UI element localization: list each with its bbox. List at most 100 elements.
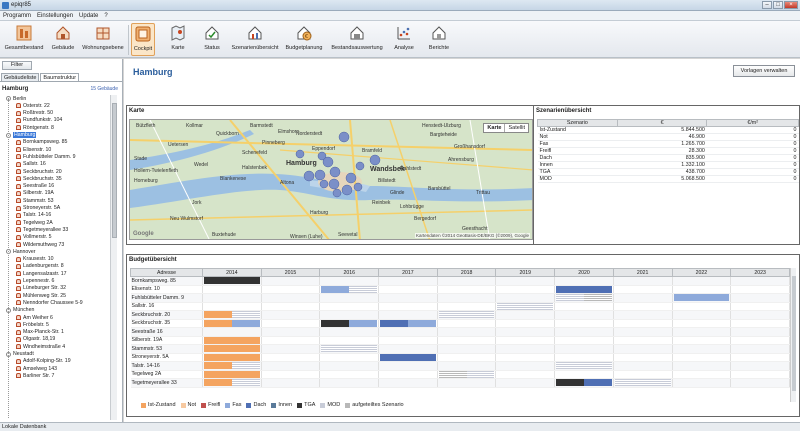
budget-cell[interactable] — [202, 276, 262, 286]
tree-item[interactable]: Amselweg 143 — [16, 365, 57, 372]
budget-cell[interactable] — [613, 327, 673, 337]
tree-item[interactable]: Seckbruchstr. 20 — [16, 168, 62, 175]
budget-cell[interactable] — [319, 293, 380, 303]
tree-item[interactable]: Elisenstr. 10 — [16, 146, 51, 153]
budget-cell[interactable] — [495, 302, 556, 311]
budget-cell[interactable] — [730, 310, 790, 320]
budget-cell[interactable] — [672, 336, 732, 345]
tree-item[interactable]: Ladenburgerstr. 8 — [16, 263, 64, 270]
budget-cell[interactable] — [261, 336, 321, 345]
budget-cell[interactable] — [613, 276, 673, 286]
budget-cell[interactable] — [378, 361, 438, 371]
budget-cell[interactable] — [554, 327, 614, 337]
budget-cell[interactable] — [672, 378, 732, 388]
budget-cell[interactable] — [495, 336, 556, 345]
budget-cell[interactable] — [554, 336, 614, 345]
col-year[interactable]: 2022 — [671, 268, 732, 277]
budget-cell[interactable] — [378, 293, 438, 303]
col-szenario[interactable]: Szenario — [537, 119, 618, 127]
budget-cell[interactable] — [437, 319, 497, 328]
budget-cell[interactable] — [730, 285, 790, 294]
col-year[interactable]: 2016 — [319, 268, 380, 277]
budget-cell[interactable] — [261, 361, 321, 371]
budget-cell[interactable] — [319, 353, 380, 362]
ribbon-wohnungsebene[interactable]: Wohnungsebene — [82, 23, 124, 56]
budget-cell[interactable] — [378, 378, 438, 388]
budget-cell[interactable] — [378, 310, 438, 320]
tree-item[interactable]: Wildemuthweg 73 — [16, 241, 64, 248]
budget-cell[interactable] — [202, 344, 262, 354]
ribbon-gesamtbestand[interactable]: Gesamtbestand — [4, 23, 44, 56]
budget-cell[interactable] — [319, 302, 380, 311]
budget-cell[interactable] — [672, 276, 732, 286]
budget-cell[interactable] — [495, 293, 556, 303]
tree-item[interactable]: Röntgenstr. 8 — [16, 124, 54, 131]
scenario-row[interactable]: Dach 835.900 0 — [537, 154, 799, 162]
budget-cell[interactable] — [495, 361, 556, 371]
budget-cell[interactable] — [613, 336, 673, 345]
budget-cell[interactable] — [261, 327, 321, 337]
col-year[interactable]: 2020 — [554, 268, 614, 277]
budget-cell[interactable] — [319, 327, 380, 337]
budget-cell[interactable] — [554, 344, 614, 354]
scrollbar-thumb[interactable] — [792, 276, 796, 391]
budget-cell[interactable] — [495, 327, 556, 337]
budget-cell[interactable] — [554, 310, 614, 320]
ribbon-budgetplanung[interactable]: € Budgetplanung — [284, 23, 324, 56]
budget-cell[interactable] — [437, 285, 497, 294]
budget-cell[interactable] — [437, 361, 497, 371]
tree-item[interactable]: Mühlenweg Str. 25 — [16, 292, 66, 299]
budget-cell[interactable] — [672, 361, 732, 371]
map-type-satellit[interactable]: Satellit — [505, 124, 528, 132]
budget-cell[interactable] — [261, 353, 321, 362]
tree-item[interactable]: Osterstr. 22 — [16, 102, 50, 109]
budget-cell[interactable] — [202, 361, 262, 371]
budget-cell[interactable] — [730, 353, 790, 362]
budget-cell[interactable] — [319, 276, 380, 286]
budget-row[interactable]: Fuhlsbütteler Damm. 9 — [130, 293, 790, 303]
col-year[interactable]: 2015 — [260, 268, 321, 277]
budget-cell[interactable] — [437, 353, 497, 362]
budget-cell[interactable] — [378, 336, 438, 345]
col-adresse[interactable]: Adresse — [130, 268, 203, 277]
budget-cell[interactable] — [554, 285, 614, 294]
budget-cell[interactable] — [319, 285, 380, 294]
budget-cell[interactable] — [613, 361, 673, 371]
budget-cell[interactable] — [672, 319, 732, 328]
budget-cell[interactable] — [554, 370, 614, 379]
budget-cell[interactable] — [554, 353, 614, 362]
budget-cell[interactable] — [495, 319, 556, 328]
budget-cell[interactable] — [613, 344, 673, 354]
map-view[interactable]: Bützfleth Kollmar Barmstedt Elmshorn Hensted… — [129, 119, 533, 240]
budget-cell[interactable] — [437, 344, 497, 354]
scenario-row[interactable]: MOD 5.068.500 0 — [537, 175, 799, 183]
budget-row[interactable]: Seckbruchstr. 20 — [130, 310, 790, 320]
budget-cell[interactable] — [437, 370, 497, 379]
tab-baumstruktur[interactable]: Baumstruktur — [40, 73, 80, 81]
budget-row[interactable]: Talstr. 14-16 — [130, 361, 790, 371]
budget-cell[interactable] — [554, 293, 614, 303]
tree-group[interactable]: Berlin — [6, 95, 26, 102]
col-year[interactable]: 2018 — [436, 268, 497, 277]
maximize-button[interactable]: □ — [773, 1, 783, 9]
tree-item[interactable]: Tegelweg 2A — [16, 219, 53, 226]
tab-gebaeudeliste[interactable]: Gebäudeliste — [1, 73, 40, 81]
budget-cell[interactable] — [202, 293, 262, 303]
scenario-row[interactable]: Fas 1.265.700 0 — [537, 140, 799, 148]
budget-cell[interactable] — [730, 319, 790, 328]
budget-cell[interactable] — [319, 310, 380, 320]
col-year[interactable]: 2021 — [612, 268, 673, 277]
budget-cell[interactable] — [672, 327, 732, 337]
budget-cell[interactable] — [495, 378, 556, 388]
budget-cell[interactable] — [730, 302, 790, 311]
tree-item[interactable]: Adolf-Kolping-Str. 19 — [16, 358, 71, 365]
budget-cell[interactable] — [202, 302, 262, 311]
budget-cell[interactable] — [730, 370, 790, 379]
budget-cell[interactable] — [495, 310, 556, 320]
budget-cell[interactable] — [554, 276, 614, 286]
budget-scrollbar[interactable] — [790, 268, 796, 402]
tree-item[interactable]: Seckbruchstr. 35 — [16, 175, 62, 182]
tree-item[interactable]: Nenndorfer Chaussee 5-9 — [16, 299, 83, 306]
minimize-button[interactable]: – — [762, 1, 772, 9]
budget-row[interactable]: Stammstr. 53 — [130, 344, 790, 354]
